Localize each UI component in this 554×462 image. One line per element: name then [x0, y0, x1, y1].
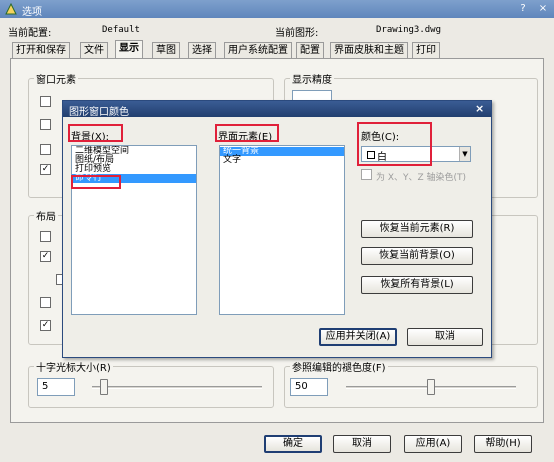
interface-element-item[interactable]: 文字 — [220, 156, 344, 165]
restore-all-contexts-button[interactable]: 恢复所有背景(L) — [361, 276, 473, 294]
tint-xyz-label: 为 X、Y、Z 轴染色(T) — [376, 173, 467, 183]
window-titlebar[interactable]: 选项 ? × — [0, 0, 554, 18]
help-button[interactable]: 帮助(H) — [474, 435, 532, 453]
tab-files[interactable]: 文件 — [80, 42, 108, 58]
crosshair-slider-track[interactable] — [92, 386, 262, 389]
close-icon[interactable]: × — [536, 2, 550, 16]
profile-label: 当前配置: — [8, 28, 52, 39]
restore-current-context-button[interactable]: 恢复当前背景(O) — [361, 247, 473, 265]
crosshair-input[interactable]: 5 — [37, 378, 75, 396]
tab-display[interactable]: 显示 — [115, 40, 143, 58]
refedit-fade-slider-thumb[interactable] — [427, 379, 435, 395]
dialog-title: 图形窗口颜色 — [69, 107, 129, 118]
window-elements-title: 窗口元素 — [34, 71, 78, 86]
drawing-value: Drawing3.dwg — [376, 25, 442, 35]
cancel-button[interactable]: 取消 — [333, 435, 391, 453]
refedit-fade-title: 参照编辑的褪色度(F) — [290, 359, 388, 374]
chevron-down-icon[interactable]: ▼ — [459, 147, 470, 161]
layout-checkbox-2[interactable]: ✓ — [40, 251, 51, 262]
tint-xyz-checkbox[interactable] — [361, 169, 372, 180]
crosshair-title: 十字光标大小(R) — [34, 359, 113, 374]
color-highlight — [357, 122, 432, 166]
window-elements-checkbox-4[interactable]: ✓ — [40, 164, 51, 175]
restore-current-element-button[interactable]: 恢复当前元素(R) — [361, 220, 473, 238]
background-label-highlight — [68, 124, 123, 142]
interface-element-label-highlight — [215, 124, 279, 142]
layout-checkbox-1[interactable] — [40, 231, 51, 242]
drawing-label: 当前图形: — [275, 28, 319, 39]
tab-selection[interactable]: 选择 — [188, 42, 216, 58]
dialog-titlebar[interactable]: 图形窗口颜色 × — [63, 101, 491, 118]
tab-skins-themes[interactable]: 界面皮肤和主题 — [330, 42, 408, 58]
window-elements-checkbox-2[interactable] — [40, 119, 51, 130]
interface-element-list[interactable]: 统一背景 文字 — [219, 145, 345, 315]
crosshair-slider-thumb[interactable] — [100, 379, 109, 395]
ok-button[interactable]: 确定 — [264, 435, 322, 453]
dialog-cancel-button[interactable]: 取消 — [407, 328, 483, 346]
tab-profiles[interactable]: 配置 — [296, 42, 324, 58]
apply-close-button[interactable]: 应用并关闭(A) — [319, 328, 397, 346]
layout-title: 布局 — [34, 208, 58, 223]
apply-button[interactable]: 应用(A) — [404, 435, 462, 453]
window-title: 选项 — [22, 7, 42, 18]
tab-open-save[interactable]: 打开和保存 — [12, 42, 70, 58]
tab-drafting[interactable]: 草图 — [152, 42, 180, 58]
display-precision-title: 显示精度 — [290, 71, 334, 86]
app-icon — [5, 3, 17, 15]
tab-user-preferences[interactable]: 用户系统配置 — [224, 42, 292, 58]
dialog-close-icon[interactable]: × — [475, 102, 484, 115]
graphics-window-colors-dialog: 图形窗口颜色 × 背景(X): 二维模型空间 图纸/布局 打印预览 命令行 界面… — [62, 100, 492, 358]
window-elements-checkbox-1[interactable] — [40, 96, 51, 107]
help-icon[interactable]: ? — [516, 2, 530, 16]
background-list[interactable]: 二维模型空间 图纸/布局 打印预览 命令行 — [71, 145, 197, 315]
tab-plot[interactable]: 打印 — [412, 42, 440, 58]
background-selection-highlight — [71, 175, 121, 189]
window-elements-checkbox-3[interactable] — [40, 144, 51, 155]
layout-checkbox-4[interactable] — [40, 297, 51, 308]
layout-checkbox-5[interactable]: ✓ — [40, 320, 51, 331]
profile-value: Default — [102, 25, 140, 35]
refedit-fade-input[interactable]: 50 — [290, 378, 328, 396]
